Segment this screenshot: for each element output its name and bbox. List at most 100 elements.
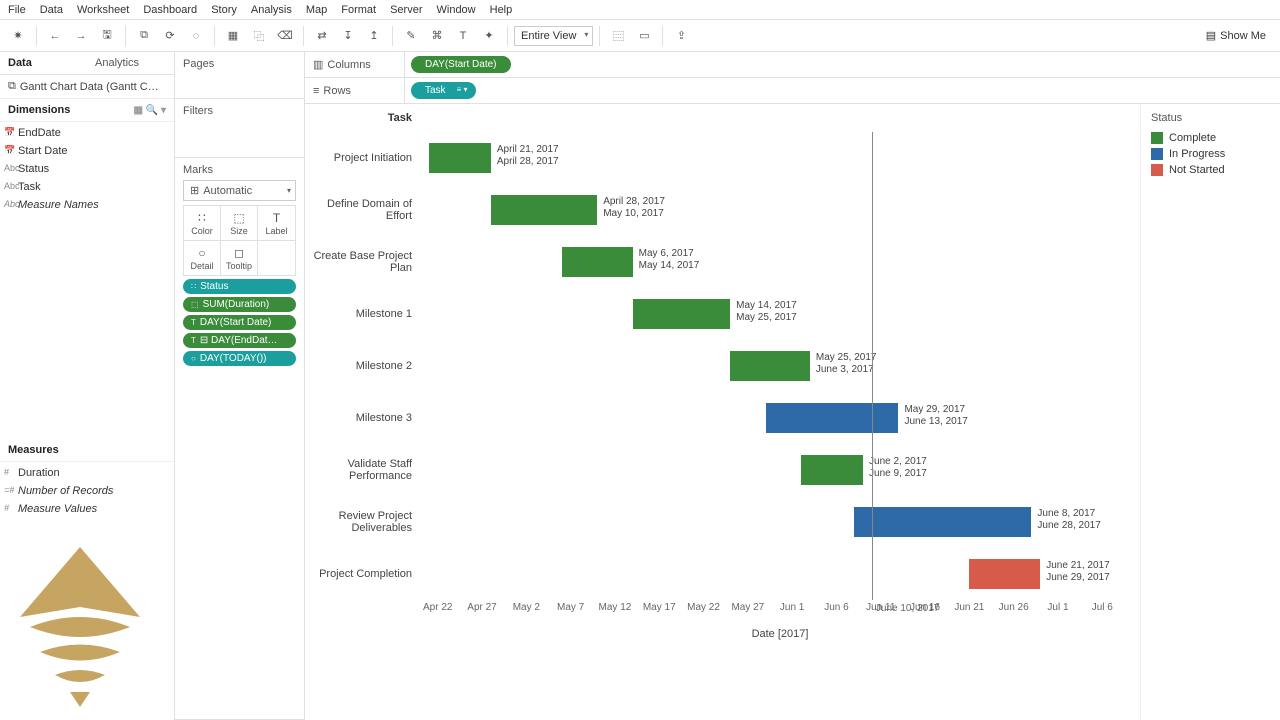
columns-shelf[interactable]: ▥Columns DAY(Start Date): [305, 52, 1280, 78]
tab-analytics[interactable]: Analytics: [87, 52, 174, 74]
pause-button[interactable]: ◌: [184, 24, 208, 48]
duplicate-button[interactable]: ⿻: [247, 24, 271, 48]
marks-size[interactable]: ⬚Size: [221, 206, 258, 241]
bar-label: May 14, 2017May 25, 2017: [736, 300, 797, 324]
sort-asc-button[interactable]: ↧: [336, 24, 360, 48]
sort-desc-button[interactable]: ↥: [362, 24, 386, 48]
dimensions-header: Dimensions ▦ 🔍 ▾: [0, 99, 174, 122]
legend-complete[interactable]: Complete: [1151, 130, 1270, 146]
presentation-button[interactable]: ▭: [632, 24, 656, 48]
menu-file[interactable]: File: [8, 4, 26, 16]
new-sheet-button[interactable]: ▦: [221, 24, 245, 48]
menu-help[interactable]: Help: [490, 4, 513, 16]
cards-button[interactable]: ⿳: [606, 24, 630, 48]
pages-card[interactable]: Pages: [175, 52, 304, 99]
columns-pill[interactable]: DAY(Start Date): [411, 56, 511, 73]
field-task[interactable]: Task: [0, 178, 174, 196]
task-label: Review Project Deliverables: [305, 496, 420, 548]
field-status[interactable]: Status: [0, 160, 174, 178]
x-tick: May 12: [599, 602, 632, 613]
menu-map[interactable]: Map: [306, 4, 327, 16]
share-button[interactable]: ⇪: [669, 24, 693, 48]
tableau-icon[interactable]: ✷: [6, 24, 30, 48]
gantt-plot[interactable]: April 21, 2017April 28, 2017April 28, 20…: [420, 104, 1140, 720]
gantt-bar[interactable]: [429, 143, 491, 173]
pill-day-today-[interactable]: ○DAY(TODAY()): [183, 351, 296, 366]
tab-data[interactable]: Data: [0, 52, 87, 74]
marks-label: Marks: [183, 164, 296, 176]
x-tick: Apr 22: [423, 602, 452, 613]
pill-day-start-date-[interactable]: TDAY(Start Date): [183, 315, 296, 330]
pages-label: Pages: [183, 58, 296, 70]
x-tick: Apr 27: [467, 602, 496, 613]
marks-label[interactable]: TLabel: [258, 206, 295, 241]
gantt-bar[interactable]: [969, 559, 1040, 589]
labels-button[interactable]: T: [451, 24, 475, 48]
show-me-label: Show Me: [1220, 30, 1266, 42]
menu-story[interactable]: Story: [211, 4, 237, 16]
group-button[interactable]: ⌘: [425, 24, 449, 48]
forward-button[interactable]: →: [69, 24, 93, 48]
x-tick: Jun 21: [954, 602, 984, 613]
rows-pill[interactable]: Task: [411, 82, 476, 99]
pin-button[interactable]: ✦: [477, 24, 501, 48]
field-duration[interactable]: Duration: [0, 464, 174, 482]
field-measure-names[interactable]: Measure Names: [0, 196, 174, 214]
legend-not-started[interactable]: Not Started: [1151, 162, 1270, 178]
x-tick: May 2: [513, 602, 540, 613]
marks-color[interactable]: ∷Color: [184, 206, 221, 241]
legend: Status CompleteIn ProgressNot Started: [1140, 104, 1280, 720]
data-source[interactable]: ⧉ Gantt Chart Data (Gantt C…: [0, 75, 174, 99]
back-button[interactable]: ←: [43, 24, 67, 48]
gantt-bar[interactable]: [766, 403, 899, 433]
measures-header: Measures: [0, 439, 174, 462]
fit-dropdown[interactable]: Entire View: [514, 26, 593, 46]
gantt-bar[interactable]: [633, 299, 730, 329]
clear-button[interactable]: ⌫: [273, 24, 297, 48]
task-label: Milestone 2: [305, 340, 420, 392]
marks-type-dropdown[interactable]: ⊞ Automatic: [183, 180, 296, 201]
dimensions-list: EndDateStart DateStatusTaskMeasure Names: [0, 122, 174, 216]
gantt-bar[interactable]: [491, 195, 597, 225]
gantt-bar[interactable]: [854, 507, 1031, 537]
legend-in-progress[interactable]: In Progress: [1151, 146, 1270, 162]
pill--day-enddat-[interactable]: T⊟ DAY(EndDat…: [183, 333, 296, 348]
marks-tooltip[interactable]: ◻Tooltip: [221, 241, 258, 275]
highlight-button[interactable]: ✎: [399, 24, 423, 48]
marks-empty: [258, 241, 295, 275]
bar-label: May 29, 2017June 13, 2017: [904, 404, 967, 428]
gantt-bar[interactable]: [801, 455, 863, 485]
field-number-of-records[interactable]: Number of Records: [0, 482, 174, 500]
pill-status[interactable]: ∷Status: [183, 279, 296, 294]
menu-dashboard[interactable]: Dashboard: [143, 4, 197, 16]
task-label: Project Completion: [305, 548, 420, 600]
gantt-bar[interactable]: [730, 351, 810, 381]
x-tick: Jul 6: [1092, 602, 1113, 613]
task-axis-header: Task: [305, 112, 420, 132]
marks-detail[interactable]: ○Detail: [184, 241, 221, 275]
field-enddate[interactable]: EndDate: [0, 124, 174, 142]
pill-sum-duration-[interactable]: ⬚SUM(Duration): [183, 297, 296, 312]
save-button[interactable]: 🖫: [95, 24, 119, 48]
menu-format[interactable]: Format: [341, 4, 376, 16]
menu-server[interactable]: Server: [390, 4, 422, 16]
menu-data[interactable]: Data: [40, 4, 63, 16]
swap-button[interactable]: ⇄: [310, 24, 334, 48]
refresh-button[interactable]: ⟳: [158, 24, 182, 48]
field-start-date[interactable]: Start Date: [0, 142, 174, 160]
gantt-bar[interactable]: [562, 247, 633, 277]
show-me-button[interactable]: ▤ Show Me: [1206, 29, 1274, 42]
measures-list: DurationNumber of RecordsMeasure Values: [0, 462, 174, 520]
new-data-button[interactable]: ⧉: [132, 24, 156, 48]
x-tick: Jul 1: [1047, 602, 1068, 613]
rows-shelf[interactable]: ≡Rows Task: [305, 78, 1280, 104]
bar-label: June 8, 2017June 28, 2017: [1037, 508, 1100, 532]
filters-card[interactable]: Filters: [175, 99, 304, 158]
field-measure-values[interactable]: Measure Values: [0, 500, 174, 518]
menu-window[interactable]: Window: [437, 4, 476, 16]
menu-analysis[interactable]: Analysis: [251, 4, 292, 16]
rows-icon: ≡: [313, 85, 319, 97]
menu-bar: File Data Worksheet Dashboard Story Analysis M…: [0, 0, 1280, 20]
menu-worksheet[interactable]: Worksheet: [77, 4, 129, 16]
datasource-icon: ⧉: [8, 80, 16, 93]
